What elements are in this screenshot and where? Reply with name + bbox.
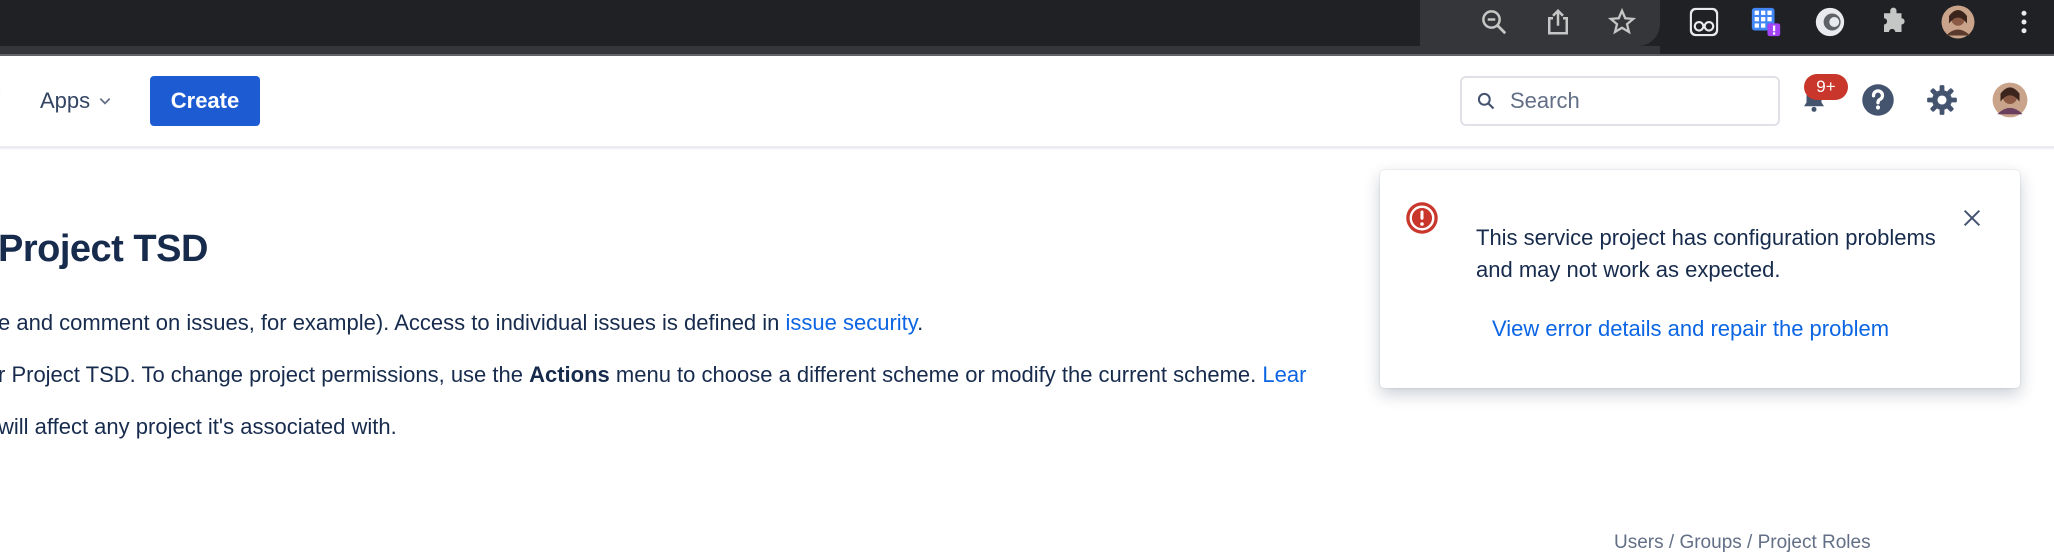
extension-glasses-icon[interactable] [1686,4,1722,40]
apps-menu[interactable]: Apps [40,88,112,114]
users-groups-roles-breadcrumb[interactable]: Users / Groups / Project Roles [1614,532,1871,552]
top-navigation: Apps Create 9+ [0,56,2054,148]
description-text-end: . [917,310,924,335]
extension-circle-icon[interactable] [1812,4,1848,40]
settings-button[interactable] [1922,80,1962,120]
chevron-down-icon [0,93,1,94]
description-text: r Project TSD. To change project permiss… [0,362,530,387]
close-icon [1963,209,1981,227]
previous-nav-chevron[interactable] [0,88,2,102]
description-text: will affect any project it's associated … [0,414,397,439]
user-avatar[interactable] [1990,80,2030,120]
extension-grid-icon[interactable] [1748,4,1784,40]
description-text-rest: menu to choose a different scheme or mod… [609,362,1263,387]
gear-icon [1927,85,1957,115]
flag-message: This service project has configuration p… [1476,225,1936,282]
issue-security-link[interactable]: issue security [786,310,918,335]
avatar-icon [1992,82,2028,118]
search-input[interactable] [1510,88,1750,114]
search-icon [1477,92,1495,110]
description-line-1: e and comment on issues, for example). A… [0,310,923,336]
description-line-2: r Project TSD. To change project permiss… [0,362,1306,388]
description-line-3: will affect any project it's associated … [0,414,397,440]
search-box[interactable] [1460,76,1780,126]
share-icon[interactable] [1540,4,1576,40]
chevron-down-icon [99,98,111,105]
page-title: Project TSD [0,228,208,270]
close-flag-button[interactable] [1954,200,1990,236]
error-icon [1406,202,1438,234]
extensions-puzzle-icon[interactable] [1876,4,1912,40]
notifications-badge: 9+ [1804,74,1848,100]
help-icon [1862,84,1894,116]
browser-toolbar [0,0,2054,56]
menu-kebab-icon[interactable] [2006,4,2042,40]
zoom-out-icon[interactable] [1476,4,1512,40]
error-flag: This service project has configuration p… [1380,170,2020,388]
help-button[interactable] [1858,80,1898,120]
description-text: e and comment on issues, for example). A… [0,310,786,335]
actions-bold-text: Actions [529,362,610,387]
create-button[interactable]: Create [150,76,260,126]
apps-menu-label: Apps [40,88,91,113]
bookmark-star-icon[interactable] [1604,4,1640,40]
view-error-details-link[interactable]: View error details and repair the proble… [1492,316,1889,342]
learn-more-link[interactable]: Lear [1262,362,1306,387]
profile-avatar-icon[interactable] [1940,4,1976,40]
